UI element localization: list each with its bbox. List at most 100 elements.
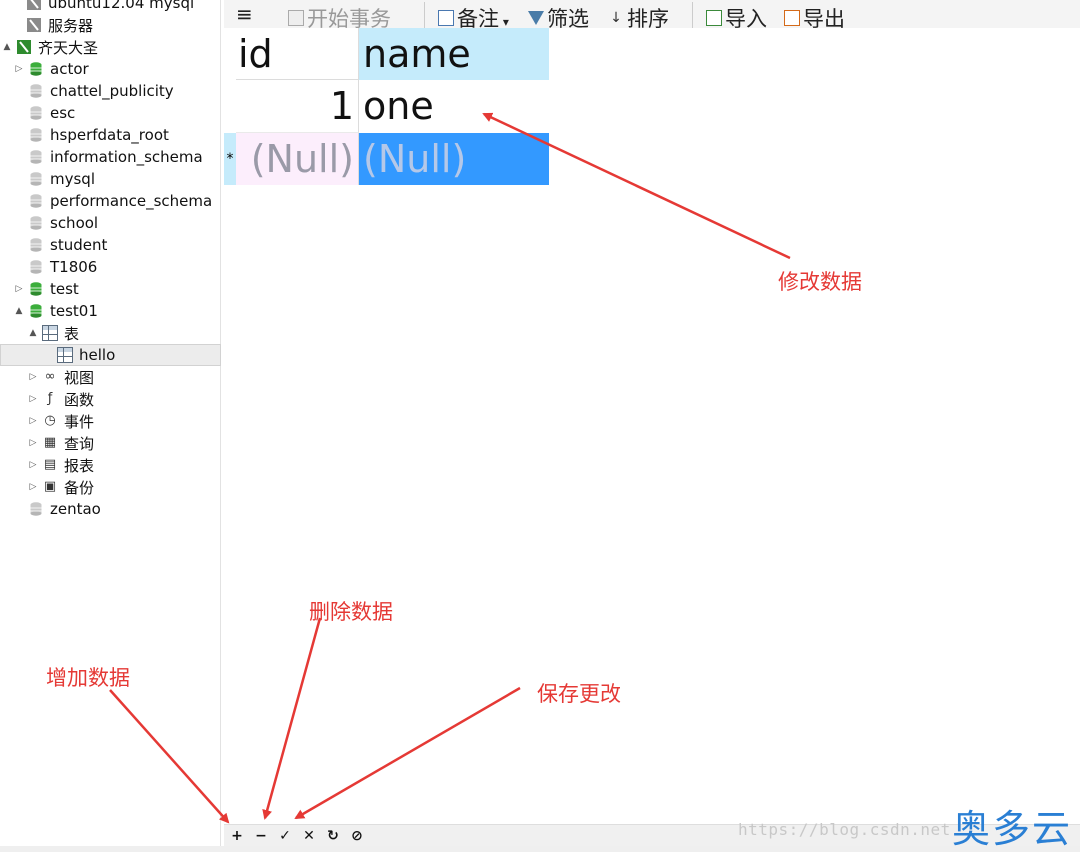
export-label: 导出	[803, 7, 845, 28]
sidebar-item-actor[interactable]: ▷ actor	[14, 58, 89, 80]
cell-id[interactable]: 1	[236, 80, 359, 133]
column-header-name[interactable]: name	[359, 28, 549, 80]
sidebar-item-hsperfdata-root[interactable]: hsperfdata_root	[14, 124, 169, 146]
toolbar-divider	[424, 2, 425, 28]
expand-arrow-icon[interactable]: ▷	[14, 64, 24, 74]
sidebar-item-hello[interactable]: hello	[0, 344, 221, 366]
begin-transaction-button[interactable]: 开始事务	[288, 2, 391, 28]
database-icon	[28, 171, 44, 187]
expand-arrow-icon[interactable]: ▷	[28, 482, 38, 492]
cell-name[interactable]: one	[359, 80, 549, 133]
memo-button[interactable]: 备注 ▾	[438, 2, 509, 28]
sidebar-item-chattel-publicity[interactable]: chattel_publicity	[14, 80, 174, 102]
sidebar-item-label: 视图	[64, 368, 95, 387]
database-open-icon	[28, 61, 44, 77]
cancel-icon[interactable]: ✕	[300, 827, 318, 845]
expand-arrow-icon[interactable]: ▷	[28, 372, 38, 382]
sidebar-item[interactable]: ▷ ▣ 备份	[28, 476, 94, 498]
database-icon	[28, 259, 44, 275]
sidebar-item-label: ubuntu12.04 mysql	[48, 0, 195, 12]
expand-arrow-icon[interactable]: ▷	[14, 284, 24, 294]
sidebar-item-label: 报表	[64, 456, 95, 475]
expand-arrow-icon[interactable]: ▷	[28, 438, 38, 448]
filter-label: 筛选	[547, 7, 589, 28]
sidebar-item-label: 查询	[64, 434, 95, 453]
connection-icon	[16, 39, 32, 55]
sidebar-item-label: 表	[64, 324, 80, 343]
sidebar-item-label: test	[50, 280, 79, 298]
expand-arrow-icon[interactable]: ▷	[28, 394, 38, 404]
filter-button[interactable]: 筛选	[528, 2, 589, 28]
sidebar-item[interactable]: ▷ ◷ 事件	[28, 410, 94, 432]
check-icon[interactable]: ✓	[276, 827, 294, 845]
sidebar-item-label: 齐天大圣	[38, 38, 99, 57]
column-header-id[interactable]: id	[236, 28, 359, 80]
refresh-icon[interactable]: ↻	[324, 827, 342, 845]
memo-label: 备注	[457, 7, 499, 28]
sidebar-item-student[interactable]: student	[14, 234, 107, 256]
database-icon	[28, 149, 44, 165]
stop-icon[interactable]: ⊘	[348, 827, 366, 845]
sidebar-item[interactable]: ▲ 齐天大圣	[2, 36, 98, 58]
sidebar-item-school[interactable]: school	[14, 212, 98, 234]
database-icon	[28, 501, 44, 517]
backup-icon: ▣	[43, 479, 57, 494]
collapse-arrow-icon[interactable]: ▲	[2, 42, 12, 52]
row-indicator[interactable]	[224, 80, 236, 132]
export-button[interactable]: 导出	[784, 2, 845, 28]
filter-icon	[528, 11, 544, 25]
new-row-indicator[interactable]: *	[224, 133, 236, 185]
sidebar-item[interactable]: 服务器	[12, 14, 93, 36]
sidebar-item[interactable]: ▷ ▦ 查询	[28, 432, 94, 454]
sidebar-item-label: 备份	[64, 478, 95, 497]
event-icon: ◷	[44, 413, 56, 428]
import-label: 导入	[725, 7, 767, 28]
sidebar-item-t1806[interactable]: T1806	[14, 256, 97, 278]
function-icon: ƒ	[47, 391, 53, 406]
server-icon	[26, 17, 42, 33]
sidebar-item-ubuntu12-04-mysql[interactable]: ubuntu12.04 mysql	[12, 0, 194, 14]
menu-icon[interactable]: ≡	[236, 0, 253, 26]
expand-arrow-icon[interactable]: ▷	[28, 460, 38, 470]
sidebar-item-label: performance_schema	[50, 192, 213, 210]
status-bar	[0, 846, 1080, 852]
table-icon	[57, 347, 73, 363]
cell-name-selected[interactable]: (Null)	[359, 133, 549, 185]
sidebar-item-test01[interactable]: ▲ test01	[14, 300, 98, 322]
sidebar-item-test[interactable]: ▷ test	[14, 278, 79, 300]
import-icon	[706, 10, 722, 26]
sidebar-item-label: student	[50, 236, 108, 254]
sidebar-item-performance-schema[interactable]: performance_schema	[14, 190, 212, 212]
collapse-arrow-icon[interactable]: ▲	[14, 306, 24, 316]
minus-icon[interactable]: −	[252, 827, 270, 845]
sidebar-item-label: school	[50, 214, 99, 232]
add-icon[interactable]: +	[228, 827, 246, 845]
sidebar-item[interactable]: ▷ ƒ 函数	[28, 388, 94, 410]
sidebar-item-mysql[interactable]: mysql	[14, 168, 95, 190]
sidebar-item-esc[interactable]: esc	[14, 102, 75, 124]
sidebar-item[interactable]: ▷ ▤ 报表	[28, 454, 94, 476]
sidebar-item-label: test01	[50, 302, 98, 320]
sidebar-item[interactable]: ▲ 表	[28, 322, 79, 344]
collapse-arrow-icon[interactable]: ▲	[28, 328, 38, 338]
navicat-window: ubuntu12.04 mysql 服务器 ▲ 齐天大圣 ▷ actor chattel_p…	[0, 0, 1080, 852]
sidebar-item-zentao[interactable]: zentao	[14, 498, 101, 520]
sort-button[interactable]: ↓ 排序	[608, 2, 669, 28]
grid-toolbar: ≡ 开始事务 备注 ▾ 筛选 ↓ 排序 导入 导出	[224, 0, 1080, 28]
expand-arrow-icon[interactable]: ▷	[28, 416, 38, 426]
memo-icon	[438, 10, 454, 26]
sidebar-item-label: hsperfdata_root	[50, 126, 169, 144]
watermark-url: https://blog.csdn.net	[738, 820, 951, 839]
sidebar-item-label: 服务器	[48, 16, 94, 35]
sidebar-item[interactable]: ▷ ∞ 视图	[28, 366, 94, 388]
sort-label: 排序	[627, 7, 669, 28]
sidebar-item-label: actor	[50, 60, 89, 78]
toolbar-divider	[692, 2, 693, 28]
sidebar-item-label: 事件	[64, 412, 95, 431]
cell-id-null[interactable]: (Null)	[236, 133, 359, 185]
sidebar-item-label: mysql	[50, 170, 95, 188]
sidebar-item-label: hello	[79, 346, 116, 364]
import-button[interactable]: 导入	[706, 2, 767, 28]
save-arrow	[294, 686, 521, 820]
sidebar-item-information-schema[interactable]: information_schema	[14, 146, 203, 168]
